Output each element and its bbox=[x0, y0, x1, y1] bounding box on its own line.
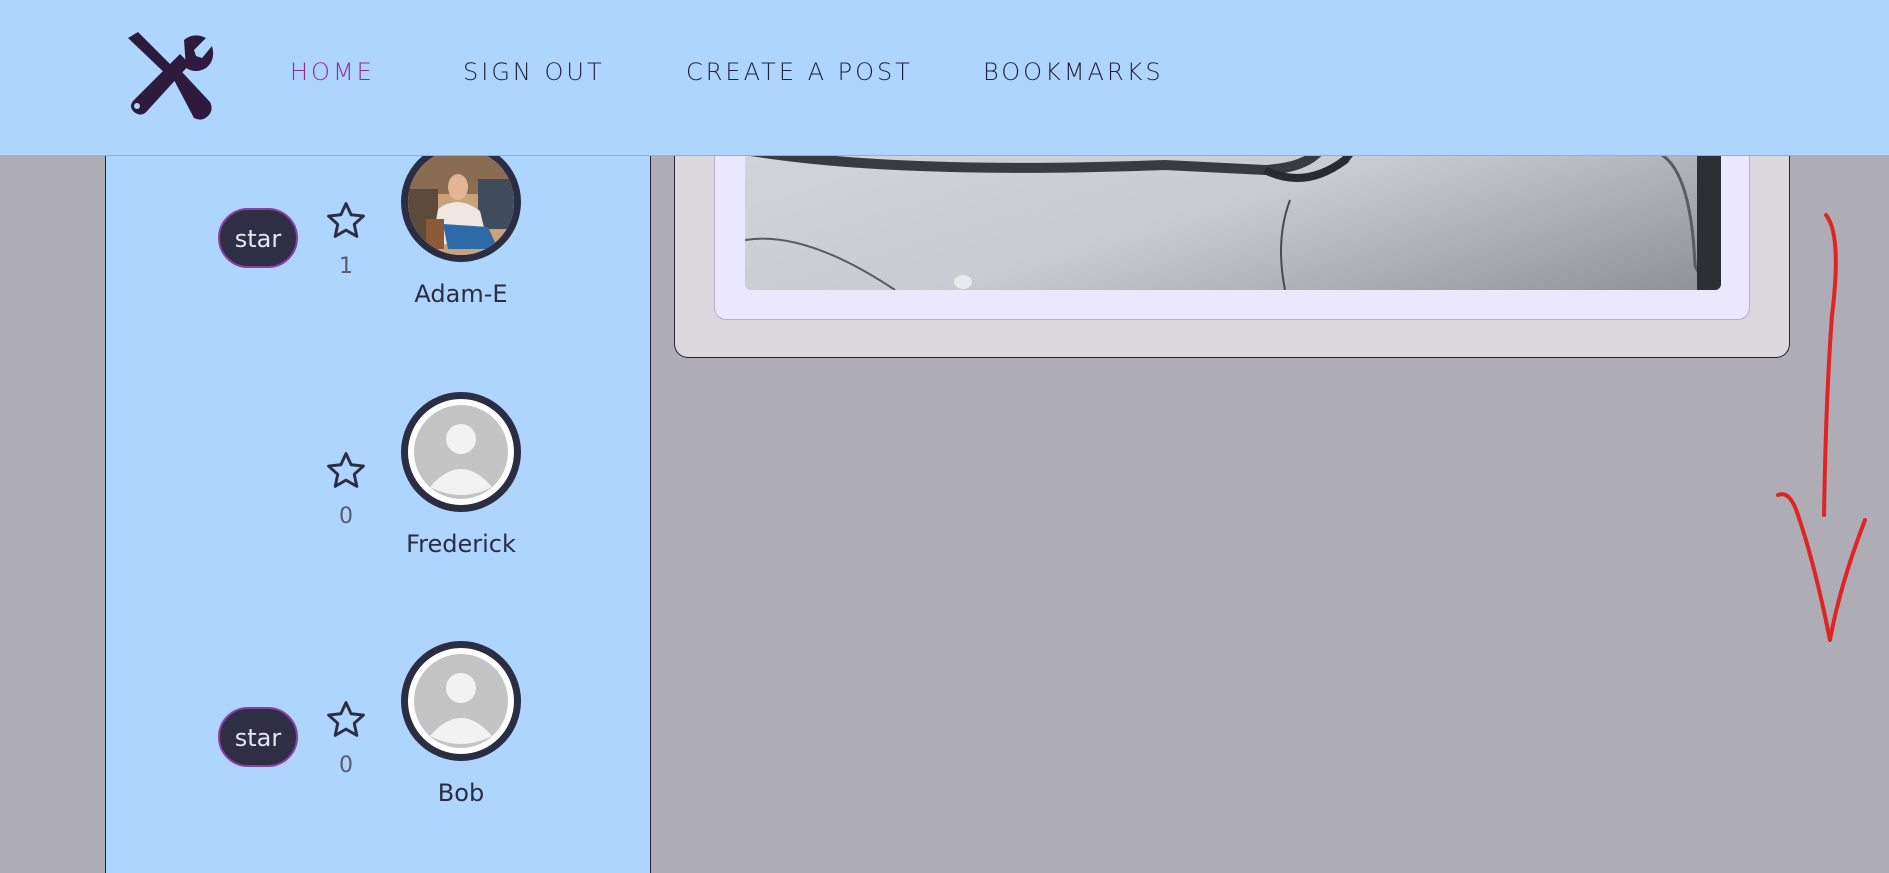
avatar[interactable] bbox=[401, 641, 521, 761]
star-count: 0 bbox=[339, 753, 353, 778]
top-nav: HOME SIGN OUT CREATE A POST BOOKMARKS bbox=[0, 0, 1889, 156]
nav-create-post[interactable]: CREATE A POST bbox=[686, 58, 913, 86]
nav-sign-out[interactable]: SIGN OUT bbox=[463, 58, 605, 86]
username[interactable]: Adam-E bbox=[361, 280, 561, 308]
star-icon[interactable] bbox=[324, 449, 368, 493]
default-avatar-icon bbox=[414, 405, 508, 499]
user-photo bbox=[408, 149, 514, 255]
username[interactable]: Bob bbox=[361, 779, 561, 807]
star-button[interactable]: star bbox=[218, 707, 298, 767]
user-item: star 0 Bob bbox=[106, 639, 650, 819]
star-count: 1 bbox=[339, 254, 353, 279]
username[interactable]: Frederick bbox=[361, 530, 561, 558]
default-avatar-icon bbox=[414, 654, 508, 748]
user-item: 0 Frederick bbox=[106, 390, 650, 570]
star-count: 0 bbox=[339, 504, 353, 529]
user-item: star 1 Adam-E bbox=[106, 140, 650, 320]
nav-bookmarks[interactable]: BOOKMARKS bbox=[983, 58, 1164, 86]
avatar[interactable] bbox=[401, 142, 521, 262]
avatar[interactable] bbox=[401, 392, 521, 512]
star-icon[interactable] bbox=[324, 199, 368, 243]
nav-home[interactable]: HOME bbox=[290, 58, 375, 86]
tools-icon[interactable] bbox=[122, 30, 214, 122]
red-arrow-down-icon bbox=[1776, 213, 1867, 642]
star-button[interactable]: star bbox=[218, 208, 298, 268]
star-icon[interactable] bbox=[324, 698, 368, 742]
